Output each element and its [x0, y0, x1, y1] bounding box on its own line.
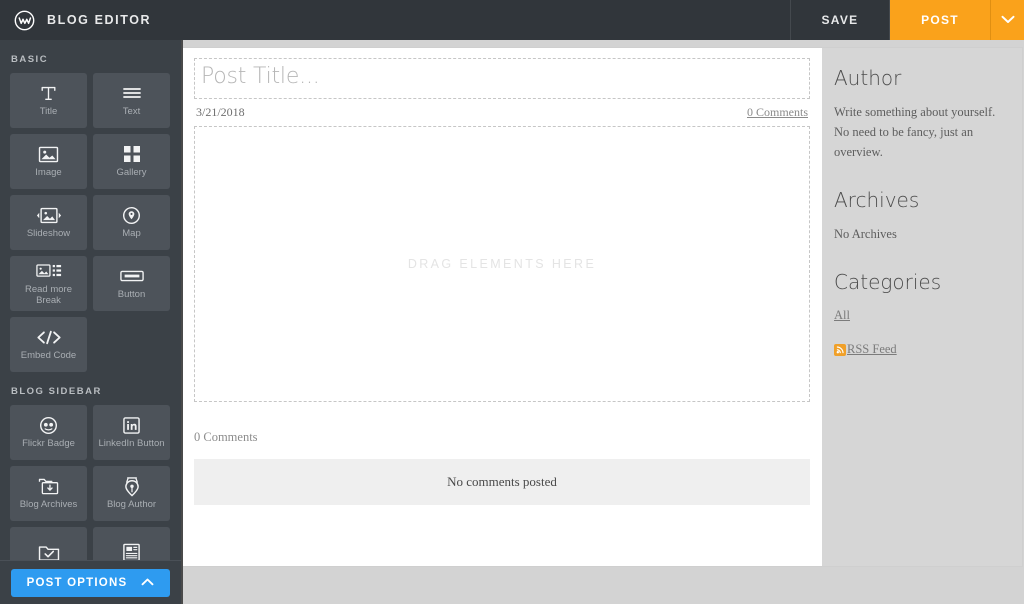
button-icon — [119, 266, 144, 286]
post-dropdown-button[interactable] — [990, 0, 1024, 40]
archives-heading: Archives — [834, 188, 920, 212]
slideshow-icon — [36, 205, 62, 225]
element-tile-text[interactable]: Text — [93, 73, 170, 128]
element-tile-label: Image — [35, 167, 62, 179]
post-options-button[interactable]: POST OPTIONS — [11, 568, 170, 597]
element-tile-label: LinkedIn Button — [98, 438, 165, 450]
author-block: Author Write something about yourself. N… — [834, 66, 1006, 162]
pen-nib-icon — [123, 476, 141, 497]
post-title-dropzone[interactable]: Post Title... — [194, 58, 810, 99]
map-pin-icon — [122, 205, 141, 225]
app-title: BLOG EDITOR — [47, 13, 152, 27]
embed-code-icon — [36, 327, 62, 347]
element-tile-label: Button — [117, 289, 146, 301]
categories-block: Categories All RSS Feed — [834, 270, 1006, 357]
element-tile-read-more-break[interactable]: Read more Break — [10, 256, 87, 311]
element-tile-label: Read more Break — [25, 284, 72, 306]
archives-body: No Archives — [834, 227, 897, 241]
blog-editor-app: BLOG EDITOR SAVE POST BASIC Title Text I… — [0, 0, 1024, 604]
element-tile-image[interactable]: Image — [10, 134, 87, 189]
element-tile-gallery[interactable]: Gallery — [93, 134, 170, 189]
post-date: 3/21/2018 — [196, 105, 245, 119]
elements-sidebar[interactable]: BASIC Title Text Image Gallery Slideshow… — [0, 40, 181, 604]
post-options-label: POST OPTIONS — [26, 576, 128, 589]
section-heading-blog-sidebar: BLOG SIDEBAR — [11, 386, 102, 397]
elements-sidebar-scroll: BASIC Title Text Image Gallery Slideshow… — [0, 40, 181, 604]
element-tile-button[interactable]: Button — [93, 256, 170, 311]
element-tile-map[interactable]: Map — [93, 195, 170, 250]
category-link-all[interactable]: All — [834, 308, 850, 322]
element-tile-slideshow[interactable]: Slideshow — [10, 195, 87, 250]
blog-post-page: Post Title... 3/21/2018 0 Comments DRAG … — [182, 48, 1022, 566]
element-tile-embed-code[interactable]: Embed Code — [10, 317, 87, 372]
post-content-column: Post Title... 3/21/2018 0 Comments DRAG … — [182, 48, 822, 566]
post-comments-link[interactable]: 0 Comments — [747, 105, 808, 120]
element-tile-blog-author[interactable]: Blog Author — [93, 466, 170, 521]
editor-canvas: Post Title... 3/21/2018 0 Comments DRAG … — [181, 40, 1024, 604]
author-body: Write something about yourself. No need … — [834, 105, 996, 159]
rss-feed-link[interactable]: RSS Feed — [847, 342, 897, 357]
brand-area: BLOG EDITOR — [0, 0, 790, 40]
element-tile-label: Map — [122, 228, 141, 240]
rss-icon — [834, 343, 846, 356]
element-tile-label: Slideshow — [26, 228, 71, 240]
sidebar-divider — [181, 40, 183, 604]
no-comments-banner: No comments posted — [194, 459, 810, 505]
element-tile-label: Title — [39, 106, 58, 118]
element-tile-blog-archives[interactable]: Blog Archives — [10, 466, 87, 521]
post-options-bar: POST OPTIONS — [0, 560, 181, 604]
element-tile-linkedin-button[interactable]: LinkedIn Button — [93, 405, 170, 460]
author-heading: Author — [834, 66, 902, 90]
post-meta-row: 3/21/2018 0 Comments — [194, 99, 810, 126]
blog-archives-folder-icon — [38, 476, 60, 496]
flickr-badge-icon — [39, 415, 58, 435]
comments-section-heading: 0 Comments — [194, 430, 258, 444]
post-button[interactable]: POST — [890, 0, 990, 40]
element-tile-label: Embed Code — [20, 350, 77, 362]
element-tile-label: Text — [122, 106, 141, 118]
categories-heading: Categories — [834, 270, 942, 294]
top-bar: BLOG EDITOR SAVE POST — [0, 0, 1024, 40]
section-heading-basic: BASIC — [11, 54, 49, 65]
chevron-up-icon — [141, 577, 154, 589]
read-more-break-icon — [35, 261, 62, 281]
weebly-w-logo-icon — [13, 9, 35, 31]
archives-block: Archives No Archives — [834, 188, 1006, 244]
element-grid-basic: Title Text Image Gallery Slideshow Map R… — [0, 73, 181, 372]
rss-feed-row[interactable]: RSS Feed — [834, 342, 1006, 357]
chevron-down-icon — [1001, 11, 1015, 29]
element-dropzone[interactable]: DRAG ELEMENTS HERE — [194, 126, 810, 402]
gallery-grid-icon — [123, 144, 141, 164]
element-tile-label: Gallery — [116, 167, 147, 179]
image-icon — [38, 144, 59, 164]
drop-hint-text: DRAG ELEMENTS HERE — [407, 257, 597, 271]
text-lines-icon — [122, 83, 142, 103]
element-tile-flickr-badge[interactable]: Flickr Badge — [10, 405, 87, 460]
linkedin-icon — [123, 415, 140, 435]
element-tile-title[interactable]: Title — [10, 73, 87, 128]
element-tile-label: Flickr Badge — [22, 438, 75, 450]
title-t-icon — [39, 83, 58, 103]
save-button[interactable]: SAVE — [790, 0, 890, 40]
blog-sidebar-column: Author Write something about yourself. N… — [822, 48, 1022, 566]
element-tile-label: Blog Author — [106, 499, 157, 511]
element-grid-blog-sidebar: Flickr Badge LinkedIn Button Blog Archiv… — [0, 405, 181, 582]
element-tile-label: Blog Archives — [19, 499, 78, 511]
post-title-input[interactable]: Post Title... — [201, 64, 803, 89]
